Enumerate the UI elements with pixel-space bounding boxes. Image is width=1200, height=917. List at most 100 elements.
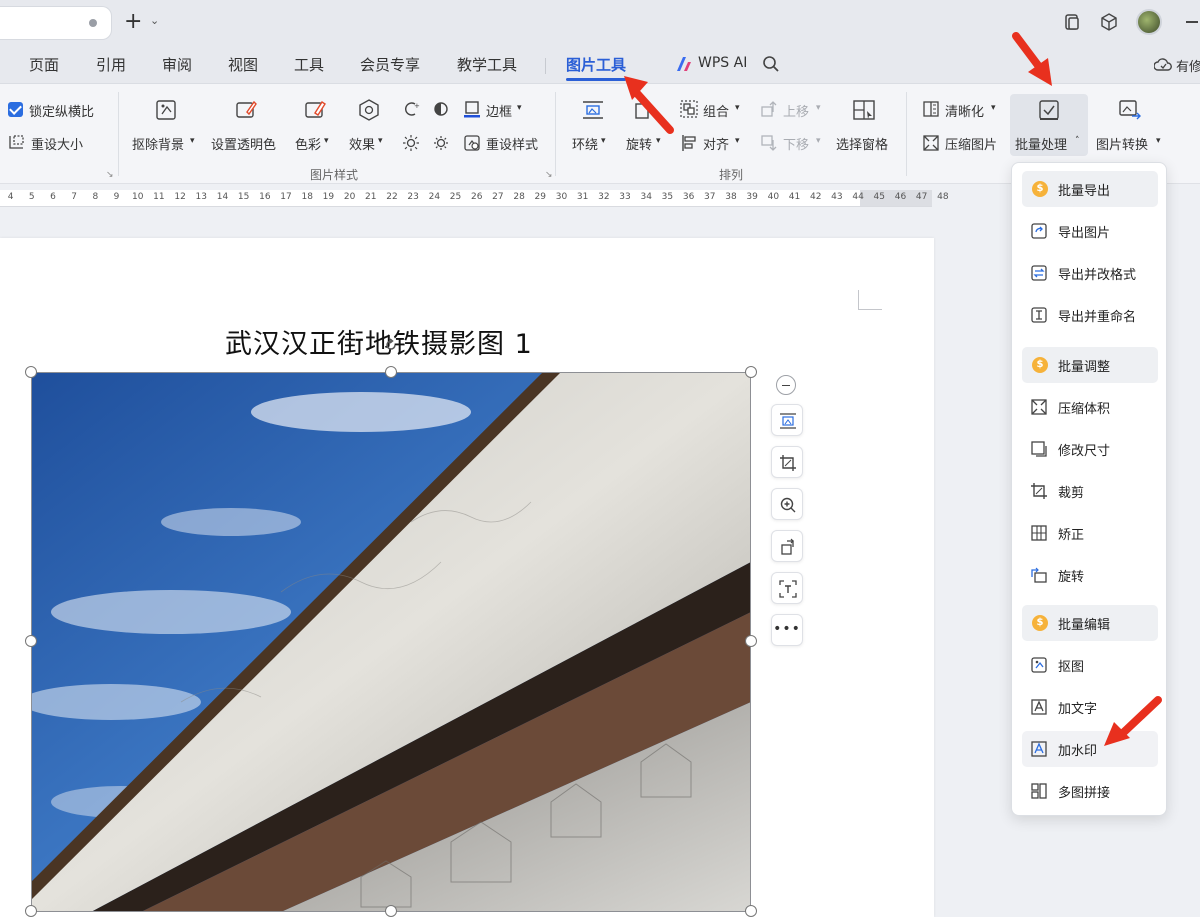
- ruler-tick-label: 44: [852, 192, 864, 202]
- float-rotate-button[interactable]: [771, 530, 803, 562]
- rotate-caret-icon[interactable]: ▾: [656, 136, 661, 146]
- float-more-button[interactable]: •••: [771, 614, 803, 646]
- clarity-caret-icon[interactable]: ▾: [991, 103, 996, 113]
- menu-item-batch-edit[interactable]: $ 批量编辑: [1022, 605, 1158, 641]
- wrap-caret-icon[interactable]: ▾: [601, 136, 606, 146]
- minimize-icon[interactable]: [1186, 21, 1198, 23]
- rotate-button[interactable]: 旋转: [626, 134, 652, 153]
- ruler-tick-label: 9: [113, 192, 120, 202]
- tab-references[interactable]: 引用: [96, 54, 126, 75]
- effect-caret-icon[interactable]: ▾: [378, 136, 383, 146]
- new-tab-button[interactable]: +: [124, 10, 142, 34]
- ruler-tick-label: 20: [343, 192, 356, 202]
- align-button[interactable]: 对齐: [703, 134, 729, 153]
- premium-coin-icon: $: [1032, 357, 1048, 373]
- menu-item-export-rename[interactable]: 导出并重命名: [1022, 297, 1158, 333]
- user-avatar[interactable]: [1136, 9, 1162, 35]
- window-layout-icon[interactable]: [1062, 12, 1082, 32]
- bring-forward-button[interactable]: 上移: [783, 101, 809, 120]
- send-backward-button[interactable]: 下移: [783, 134, 809, 153]
- lock-ratio-label[interactable]: 锁定纵横比: [29, 101, 94, 120]
- set-transparent-color-button[interactable]: 设置透明色: [211, 134, 276, 153]
- menu-item-compress-size[interactable]: 压缩体积: [1022, 389, 1158, 425]
- effect-button[interactable]: 效果: [349, 134, 375, 153]
- menu-item-correct[interactable]: 矫正: [1022, 515, 1158, 551]
- resize-handle-right[interactable]: [745, 635, 757, 647]
- tab-tools[interactable]: 工具: [294, 54, 324, 75]
- group-caret-icon[interactable]: ▾: [735, 103, 740, 113]
- compress-picture-button[interactable]: 压缩图片: [945, 134, 997, 153]
- menu-item-batch-export[interactable]: $ 批量导出: [1022, 171, 1158, 207]
- menu-item-cutout[interactable]: 抠图: [1022, 647, 1158, 683]
- brightness-icon[interactable]: +: [402, 100, 420, 118]
- horizontal-ruler[interactable]: 4 5 6 7 8 9 10 11 12 13 14 15 16 17 18 19 20 21 22 23 24 25 26…: [0, 190, 949, 207]
- menu-item-rotate[interactable]: 旋转: [1022, 557, 1158, 593]
- menu-item-resize[interactable]: 修改尺寸: [1022, 431, 1158, 467]
- document-title[interactable]: 武汉汉正街地铁摄影图 1: [225, 322, 533, 361]
- selected-picture[interactable]: [31, 372, 751, 912]
- float-wrap-button[interactable]: [771, 404, 803, 436]
- unsaved-dot-icon: [89, 19, 97, 27]
- annotation-arrow-add-watermark: [1104, 696, 1162, 746]
- tab-view[interactable]: 视图: [228, 54, 258, 75]
- wrap-button[interactable]: 环绕: [572, 134, 598, 153]
- remove-background-caret-icon[interactable]: ▾: [190, 136, 195, 146]
- menu-item-crop[interactable]: 裁剪: [1022, 473, 1158, 509]
- tab-member[interactable]: 会员专享: [360, 54, 420, 75]
- resize-handle-top-right[interactable]: [745, 366, 757, 378]
- menu-item-label: 加水印: [1058, 744, 1098, 759]
- resize-handle-top[interactable]: [385, 366, 397, 378]
- cloud-sync-icon[interactable]: [1154, 56, 1172, 74]
- float-crop-button[interactable]: [771, 446, 803, 478]
- bring-forward-caret-icon[interactable]: ▾: [816, 103, 821, 113]
- reset-style-button[interactable]: 重设样式: [486, 134, 538, 153]
- selection-pane-button[interactable]: 选择窗格: [836, 134, 888, 153]
- cube-icon[interactable]: [1099, 12, 1119, 32]
- clarity-button[interactable]: 清晰化: [945, 101, 984, 120]
- color-icon: [305, 101, 326, 118]
- new-tab-caret-icon[interactable]: ⌄: [150, 14, 159, 27]
- resize-handle-top-left[interactable]: [25, 366, 37, 378]
- resize-handle-bottom[interactable]: [385, 905, 397, 917]
- float-text-extract-button[interactable]: [771, 572, 803, 604]
- tab-picture-tools[interactable]: 图片工具: [566, 54, 627, 81]
- tab-teaching-tools[interactable]: 教学工具: [457, 54, 517, 75]
- menu-item-batch-adjust[interactable]: $ 批量调整: [1022, 347, 1158, 383]
- lock-ratio-checkbox[interactable]: [8, 102, 23, 117]
- border-button[interactable]: 边框: [486, 101, 512, 120]
- border-caret-icon[interactable]: ▾: [517, 103, 522, 113]
- rotate-handle-icon[interactable]: [384, 338, 398, 352]
- search-icon[interactable]: [762, 55, 780, 73]
- ruler-tick-label: 14: [216, 192, 229, 202]
- revision-status-partial[interactable]: 有修: [1176, 56, 1200, 75]
- align-caret-icon[interactable]: ▾: [735, 136, 740, 146]
- menu-item-export-picture[interactable]: 导出图片: [1022, 213, 1158, 249]
- resize-handle-left[interactable]: [25, 635, 37, 647]
- remove-background-button[interactable]: 抠除背景: [132, 134, 184, 153]
- picture-convert-button[interactable]: 图片转换: [1096, 134, 1148, 153]
- batch-process-button[interactable]: 批量处理: [1015, 134, 1067, 153]
- style-dialog-launcher-icon[interactable]: ↘: [545, 170, 553, 180]
- tab-page[interactable]: 页面: [29, 54, 59, 75]
- tab-review[interactable]: 审阅: [162, 54, 192, 75]
- batch-process-caret-icon[interactable]: ˄: [1075, 136, 1080, 146]
- document-tab[interactable]: [0, 6, 112, 40]
- collapse-float-toolbar-button[interactable]: [776, 375, 796, 395]
- brightness-up-icon[interactable]: [402, 134, 420, 152]
- resize-handle-bottom-left[interactable]: [25, 905, 37, 917]
- brightness-down-icon[interactable]: [432, 134, 450, 152]
- send-backward-caret-icon[interactable]: ▾: [816, 136, 821, 146]
- color-button[interactable]: 色彩: [295, 134, 321, 153]
- menu-item-multi-image-splice[interactable]: 多图拼接: [1022, 773, 1158, 809]
- menu-item-label: 压缩体积: [1058, 402, 1111, 417]
- menu-item-export-change-format[interactable]: 导出并改格式: [1022, 255, 1158, 291]
- float-zoom-button[interactable]: [771, 488, 803, 520]
- group-button[interactable]: 组合: [703, 101, 729, 120]
- color-caret-icon[interactable]: ▾: [324, 136, 329, 146]
- contrast-icon[interactable]: [432, 100, 450, 118]
- tab-wps-ai[interactable]: WPS AI: [698, 55, 747, 71]
- resize-handle-bottom-right[interactable]: [745, 905, 757, 917]
- picture-convert-caret-icon[interactable]: ▾: [1156, 136, 1161, 146]
- size-dialog-launcher-icon[interactable]: ↘: [106, 170, 114, 180]
- reset-size-button[interactable]: 重设大小: [31, 134, 83, 153]
